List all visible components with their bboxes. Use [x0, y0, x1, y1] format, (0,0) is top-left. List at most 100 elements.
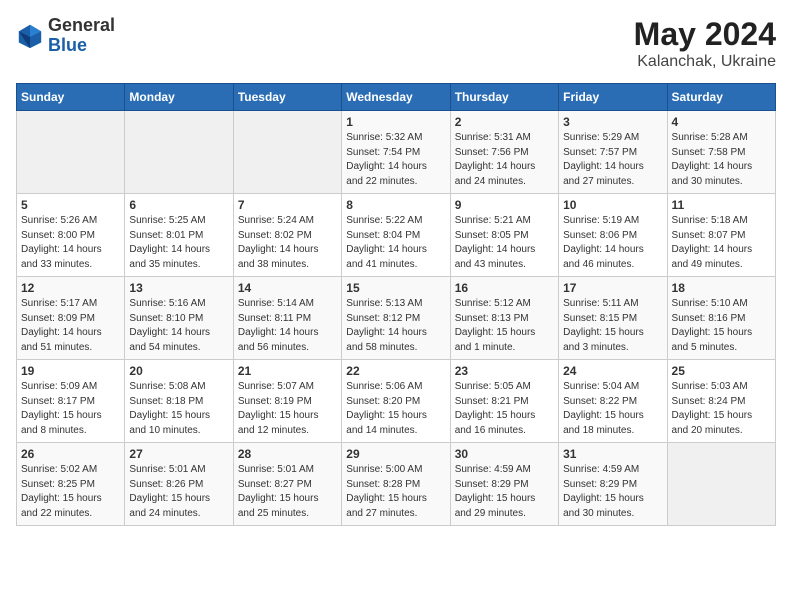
- calendar-cell: 20Sunrise: 5:08 AM Sunset: 8:18 PM Dayli…: [125, 360, 233, 443]
- calendar-table: SundayMondayTuesdayWednesdayThursdayFrid…: [16, 83, 776, 526]
- day-number: 15: [346, 281, 445, 295]
- day-number: 4: [672, 115, 771, 129]
- calendar-cell: 31 Sunrise: 4:59 AM Sunset: 8:29 PM Dayli…: [559, 443, 667, 526]
- day-info: Sunrise: 5:31 AM Sunset: 7:56 PM Dayligh…: [455, 131, 554, 189]
- calendar-cell: 9 Sunrise: 5:21 AM Sunset: 8:05 PM Daylig…: [450, 194, 558, 277]
- calendar-cell: [17, 111, 125, 194]
- day-info: Sunrise: 5:08 AM Sunset: 8:18 PM Dayligh…: [129, 380, 228, 438]
- calendar-cell: 15 Sunrise: 5:13 AM Sunset: 8:12 PM Dayli…: [342, 277, 450, 360]
- calendar-cell: 6 Sunrise: 5:25 AM Sunset: 8:01 PM Daylig…: [125, 194, 233, 277]
- day-number: 3: [563, 115, 662, 129]
- day-info: Sunrise: 4:59 AM Sunset: 8:29 PM Dayligh…: [563, 463, 662, 521]
- weekday-header-saturday: Saturday: [667, 84, 775, 111]
- weekday-header-monday: Monday: [125, 84, 233, 111]
- day-info: Sunrise: 5:13 AM Sunset: 8:12 PM Dayligh…: [346, 297, 445, 355]
- day-info: Sunrise: 5:21 AM Sunset: 8:05 PM Dayligh…: [455, 214, 554, 272]
- weekday-header-wednesday: Wednesday: [342, 84, 450, 111]
- day-number: 31: [563, 447, 662, 461]
- calendar-cell: 29 Sunrise: 5:00 AM Sunset: 8:28 PM Dayli…: [342, 443, 450, 526]
- calendar-cell: 11 Sunrise: 5:18 AM Sunset: 8:07 PM Dayli…: [667, 194, 775, 277]
- title-block: May 2024 Kalanchak, Ukraine: [634, 16, 776, 71]
- calendar-cell: 7 Sunrise: 5:24 AM Sunset: 8:02 PM Daylig…: [233, 194, 341, 277]
- weekday-header-row: SundayMondayTuesdayWednesdayThursdayFrid…: [17, 84, 776, 111]
- weekday-header-friday: Friday: [559, 84, 667, 111]
- calendar-cell: 19 Sunrise: 5:09 AM Sunset: 8:17 PM Dayli…: [17, 360, 125, 443]
- calendar-title: May 2024: [634, 16, 776, 53]
- calendar-cell: 1Sunrise: 5:32 AM Sunset: 7:54 PM Daylig…: [342, 111, 450, 194]
- day-number: 11: [672, 198, 771, 212]
- calendar-cell: 2 Sunrise: 5:31 AM Sunset: 7:56 PM Daylig…: [450, 111, 558, 194]
- calendar-cell: 22 Sunrise: 5:06 AM Sunset: 8:20 PM Dayli…: [342, 360, 450, 443]
- day-info: Sunrise: 4:59 AM Sunset: 8:29 PM Dayligh…: [455, 463, 554, 521]
- day-number: 26: [21, 447, 120, 461]
- day-info: Sunrise: 5:24 AM Sunset: 8:02 PM Dayligh…: [238, 214, 337, 272]
- day-number: 12: [21, 281, 120, 295]
- calendar-cell: 18Sunrise: 5:10 AM Sunset: 8:16 PM Dayli…: [667, 277, 775, 360]
- calendar-cell: 10 Sunrise: 5:19 AM Sunset: 8:06 PM Dayli…: [559, 194, 667, 277]
- day-number: 22: [346, 364, 445, 378]
- day-info: Sunrise: 5:17 AM Sunset: 8:09 PM Dayligh…: [21, 297, 120, 355]
- day-number: 29: [346, 447, 445, 461]
- calendar-cell: [233, 111, 341, 194]
- day-info: Sunrise: 5:18 AM Sunset: 8:07 PM Dayligh…: [672, 214, 771, 272]
- day-number: 24: [563, 364, 662, 378]
- calendar-cell: 3Sunrise: 5:29 AM Sunset: 7:57 PM Daylig…: [559, 111, 667, 194]
- day-info: Sunrise: 5:12 AM Sunset: 8:13 PM Dayligh…: [455, 297, 554, 355]
- day-number: 10: [563, 198, 662, 212]
- calendar-cell: 16 Sunrise: 5:12 AM Sunset: 8:13 PM Dayli…: [450, 277, 558, 360]
- day-number: 19: [21, 364, 120, 378]
- calendar-cell: 25Sunrise: 5:03 AM Sunset: 8:24 PM Dayli…: [667, 360, 775, 443]
- day-number: 23: [455, 364, 554, 378]
- calendar-week-row: 26 Sunrise: 5:02 AM Sunset: 8:25 PM Dayli…: [17, 443, 776, 526]
- day-number: 27: [129, 447, 228, 461]
- day-info: Sunrise: 5:28 AM Sunset: 7:58 PM Dayligh…: [672, 131, 771, 189]
- logo: General Blue: [16, 16, 115, 56]
- calendar-cell: [125, 111, 233, 194]
- calendar-location: Kalanchak, Ukraine: [634, 53, 776, 71]
- day-info: Sunrise: 5:04 AM Sunset: 8:22 PM Dayligh…: [563, 380, 662, 438]
- day-number: 13: [129, 281, 228, 295]
- day-info: Sunrise: 5:19 AM Sunset: 8:06 PM Dayligh…: [563, 214, 662, 272]
- day-number: 7: [238, 198, 337, 212]
- day-info: Sunrise: 5:06 AM Sunset: 8:20 PM Dayligh…: [346, 380, 445, 438]
- day-number: 9: [455, 198, 554, 212]
- calendar-cell: 28 Sunrise: 5:01 AM Sunset: 8:27 PM Dayli…: [233, 443, 341, 526]
- weekday-header-sunday: Sunday: [17, 84, 125, 111]
- calendar-cell: 4 Sunrise: 5:28 AM Sunset: 7:58 PM Daylig…: [667, 111, 775, 194]
- logo-icon: [16, 22, 44, 50]
- day-number: 18: [672, 281, 771, 295]
- logo-text: General Blue: [48, 16, 115, 56]
- day-number: 30: [455, 447, 554, 461]
- day-info: Sunrise: 5:09 AM Sunset: 8:17 PM Dayligh…: [21, 380, 120, 438]
- calendar-cell: 24 Sunrise: 5:04 AM Sunset: 8:22 PM Dayli…: [559, 360, 667, 443]
- calendar-cell: 8Sunrise: 5:22 AM Sunset: 8:04 PM Daylig…: [342, 194, 450, 277]
- day-info: Sunrise: 5:25 AM Sunset: 8:01 PM Dayligh…: [129, 214, 228, 272]
- day-number: 2: [455, 115, 554, 129]
- day-info: Sunrise: 5:01 AM Sunset: 8:27 PM Dayligh…: [238, 463, 337, 521]
- calendar-week-row: 5 Sunrise: 5:26 AM Sunset: 8:00 PM Daylig…: [17, 194, 776, 277]
- calendar-cell: 26 Sunrise: 5:02 AM Sunset: 8:25 PM Dayli…: [17, 443, 125, 526]
- day-number: 6: [129, 198, 228, 212]
- day-number: 5: [21, 198, 120, 212]
- calendar-cell: 27 Sunrise: 5:01 AM Sunset: 8:26 PM Dayli…: [125, 443, 233, 526]
- calendar-week-row: 19 Sunrise: 5:09 AM Sunset: 8:17 PM Dayli…: [17, 360, 776, 443]
- day-info: Sunrise: 5:26 AM Sunset: 8:00 PM Dayligh…: [21, 214, 120, 272]
- logo-general: General: [48, 15, 115, 35]
- day-number: 21: [238, 364, 337, 378]
- calendar-cell: 17Sunrise: 5:11 AM Sunset: 8:15 PM Dayli…: [559, 277, 667, 360]
- day-info: Sunrise: 5:05 AM Sunset: 8:21 PM Dayligh…: [455, 380, 554, 438]
- day-number: 25: [672, 364, 771, 378]
- day-number: 16: [455, 281, 554, 295]
- calendar-cell: 30 Sunrise: 4:59 AM Sunset: 8:29 PM Dayli…: [450, 443, 558, 526]
- calendar-week-row: 12 Sunrise: 5:17 AM Sunset: 8:09 PM Dayli…: [17, 277, 776, 360]
- day-info: Sunrise: 5:01 AM Sunset: 8:26 PM Dayligh…: [129, 463, 228, 521]
- calendar-cell: 23 Sunrise: 5:05 AM Sunset: 8:21 PM Dayli…: [450, 360, 558, 443]
- calendar-cell: [667, 443, 775, 526]
- day-number: 1: [346, 115, 445, 129]
- day-info: Sunrise: 5:02 AM Sunset: 8:25 PM Dayligh…: [21, 463, 120, 521]
- logo-blue-text: Blue: [48, 35, 87, 55]
- day-info: Sunrise: 5:00 AM Sunset: 8:28 PM Dayligh…: [346, 463, 445, 521]
- day-info: Sunrise: 5:11 AM Sunset: 8:15 PM Dayligh…: [563, 297, 662, 355]
- day-number: 28: [238, 447, 337, 461]
- day-info: Sunrise: 5:22 AM Sunset: 8:04 PM Dayligh…: [346, 214, 445, 272]
